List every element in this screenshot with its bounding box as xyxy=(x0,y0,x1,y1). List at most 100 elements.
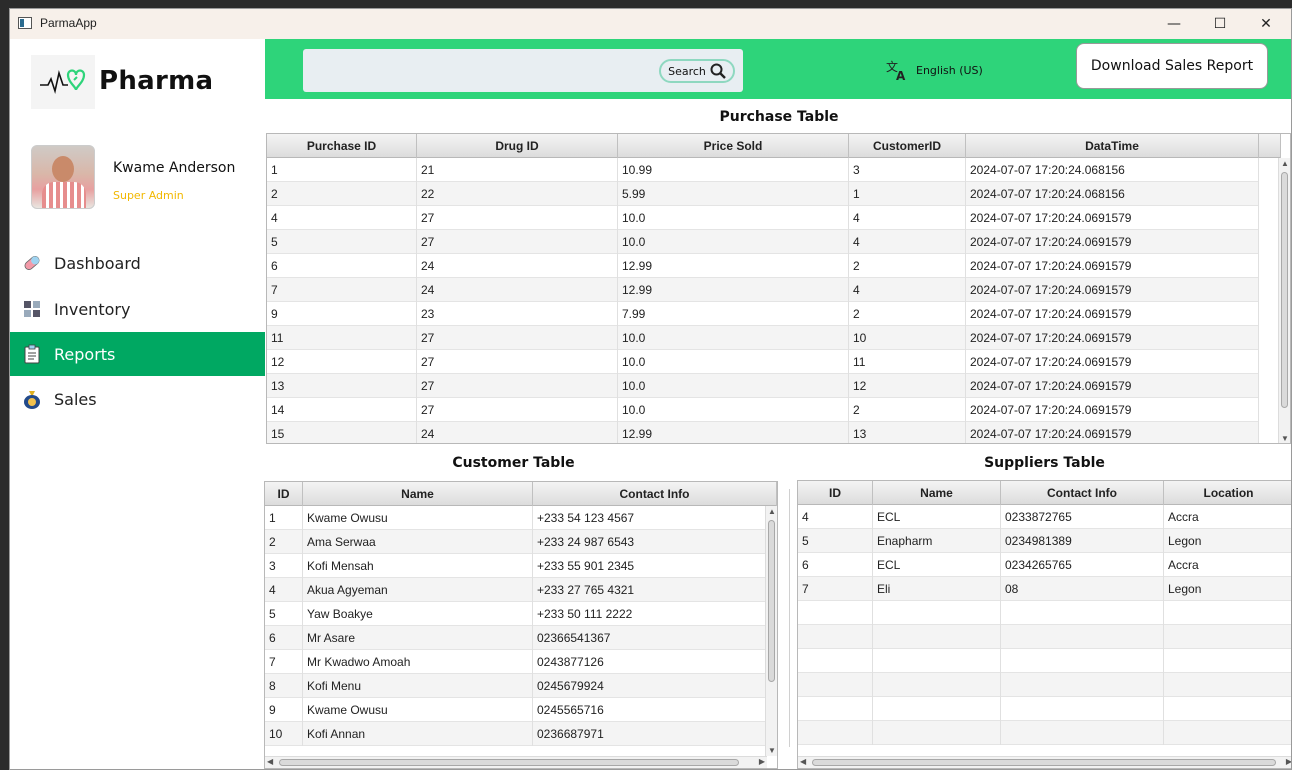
table-cell: 24 xyxy=(417,254,618,278)
sidebar-item-sales[interactable]: Sales xyxy=(10,377,265,421)
table-cell xyxy=(873,625,1001,649)
close-button[interactable]: ✕ xyxy=(1243,9,1289,39)
table-row[interactable]: 3 Kofi Mensah +233 55 901 2345 xyxy=(265,554,777,578)
customer-table[interactable]: ID Name Contact Info 1 Kwame Owusu +233 54 1… xyxy=(264,481,778,769)
table-header: ID Name Contact Info Location xyxy=(798,481,1291,505)
table-row[interactable]: 1 21 10.99 3 2024-07-07 17:20:24.068156 xyxy=(267,158,1259,182)
sidebar-item-inventory[interactable]: Inventory xyxy=(10,287,265,331)
translate-icon: 文A xyxy=(886,59,906,81)
table-cell: 12 xyxy=(849,374,966,398)
table-cell: Enapharm xyxy=(873,529,1001,553)
table-cell: +233 50 111 2222 xyxy=(533,602,777,626)
table-cell: 12.99 xyxy=(618,278,849,302)
column-header[interactable]: Contact Info xyxy=(1001,481,1164,505)
money-bag-icon xyxy=(22,389,42,409)
table-row[interactable]: 5 Yaw Boakye +233 50 111 2222 xyxy=(265,602,777,626)
table-cell: +233 55 901 2345 xyxy=(533,554,777,578)
title-bar: ParmaApp — ☐ ✕ xyxy=(10,9,1291,39)
sidebar-item-label: Sales xyxy=(54,389,97,409)
table-cell: 10.0 xyxy=(618,206,849,230)
customer-vertical-scrollbar[interactable]: ▲ ▼ xyxy=(765,506,777,756)
purchase-table[interactable]: Purchase ID Drug ID Price Sold CustomerID Da… xyxy=(266,133,1291,444)
table-row[interactable]: 2 Ama Serwaa +233 24 987 6543 xyxy=(265,530,777,554)
column-header[interactable]: ID xyxy=(265,482,303,506)
column-header[interactable]: Location xyxy=(1164,481,1291,505)
table-row[interactable]: 9 23 7.99 2 2024-07-07 17:20:24.0691579 xyxy=(267,302,1259,326)
column-header[interactable]: Contact Info xyxy=(533,482,777,506)
column-header[interactable]: Name xyxy=(873,481,1001,505)
table-cell: Yaw Boakye xyxy=(303,602,533,626)
column-header[interactable]: Drug ID xyxy=(417,134,618,158)
table-row[interactable]: 4 Akua Agyeman +233 27 765 4321 xyxy=(265,578,777,602)
table-cell: 13 xyxy=(849,422,966,443)
table-cell: 0233872765 xyxy=(1001,505,1164,529)
table-cell: 11 xyxy=(849,350,966,374)
customer-horizontal-scrollbar[interactable]: ◀ ▶ xyxy=(265,756,767,768)
sidebar-item-reports[interactable]: Reports xyxy=(10,332,265,376)
table-row[interactable]: 11 27 10.0 10 2024-07-07 17:20:24.0691579 xyxy=(267,326,1259,350)
table-row[interactable]: 6 ECL 0234265765 Accra xyxy=(798,553,1291,577)
table-cell xyxy=(798,625,873,649)
table-row[interactable]: 7 Eli 08 Legon xyxy=(798,577,1291,601)
table-cell xyxy=(1164,625,1291,649)
download-sales-report-button[interactable]: Download Sales Report xyxy=(1076,43,1268,89)
suppliers-table[interactable]: ID Name Contact Info Location 4 ECL 023387276… xyxy=(797,480,1291,769)
table-row[interactable]: 12 27 10.0 11 2024-07-07 17:20:24.0691579 xyxy=(267,350,1259,374)
maximize-button[interactable]: ☐ xyxy=(1197,9,1243,39)
table-row[interactable]: 10 Kofi Annan 0236687971 xyxy=(265,722,777,746)
table-cell: 4 xyxy=(849,230,966,254)
table-cell: 10.0 xyxy=(618,350,849,374)
column-header[interactable]: Purchase ID xyxy=(267,134,417,158)
empty-table-row xyxy=(798,697,1291,721)
minimize-button[interactable]: — xyxy=(1151,9,1197,39)
table-row[interactable]: 8 Kofi Menu 0245679924 xyxy=(265,674,777,698)
table-cell: 1 xyxy=(265,506,303,530)
table-row[interactable]: 4 27 10.0 4 2024-07-07 17:20:24.0691579 xyxy=(267,206,1259,230)
table-row[interactable]: 6 24 12.99 2 2024-07-07 17:20:24.0691579 xyxy=(267,254,1259,278)
table-row[interactable]: 4 ECL 0233872765 Accra xyxy=(798,505,1291,529)
column-header[interactable]: Price Sold xyxy=(618,134,849,158)
table-cell: 0243877126 xyxy=(533,650,777,674)
sidebar-item-dashboard[interactable]: Dashboard xyxy=(10,241,265,285)
table-cell: Kofi Annan xyxy=(303,722,533,746)
table-cell xyxy=(1001,649,1164,673)
purchase-vertical-scrollbar[interactable]: ▲ ▼ xyxy=(1278,158,1290,443)
table-cell xyxy=(1001,673,1164,697)
avatar xyxy=(31,145,95,209)
table-cell xyxy=(798,673,873,697)
table-row[interactable]: 5 Enapharm 0234981389 Legon xyxy=(798,529,1291,553)
column-header[interactable]: CustomerID xyxy=(849,134,966,158)
search-input[interactable]: Search xyxy=(303,49,743,92)
table-row[interactable]: 5 27 10.0 4 2024-07-07 17:20:24.0691579 xyxy=(267,230,1259,254)
column-header[interactable]: Name xyxy=(303,482,533,506)
column-header[interactable]: ID xyxy=(798,481,873,505)
table-row[interactable]: 2 22 5.99 1 2024-07-07 17:20:24.068156 xyxy=(267,182,1259,206)
table-cell xyxy=(1164,673,1291,697)
table-cell: 27 xyxy=(417,374,618,398)
search-button[interactable]: Search xyxy=(659,59,735,83)
table-cell: 10.0 xyxy=(618,398,849,422)
table-cell: ECL xyxy=(873,505,1001,529)
table-cell: 12.99 xyxy=(618,254,849,278)
column-header[interactable]: DataTime xyxy=(966,134,1259,158)
table-cell: 23 xyxy=(417,302,618,326)
clipboard-icon xyxy=(22,344,42,364)
table-cell: 7 xyxy=(265,650,303,674)
table-cell: Eli xyxy=(873,577,1001,601)
table-cell: Legon xyxy=(1164,577,1291,601)
table-row[interactable]: 7 Mr Kwadwo Amoah 0243877126 xyxy=(265,650,777,674)
table-row[interactable]: 7 24 12.99 4 2024-07-07 17:20:24.0691579 xyxy=(267,278,1259,302)
table-row[interactable]: 15 24 12.99 13 2024-07-07 17:20:24.0691579 xyxy=(267,422,1259,443)
brand-name: Pharma xyxy=(99,66,214,96)
suppliers-horizontal-scrollbar[interactable]: ◀ ▶ xyxy=(798,756,1291,768)
table-row[interactable]: 13 27 10.0 12 2024-07-07 17:20:24.0691579 xyxy=(267,374,1259,398)
table-row[interactable]: 14 27 10.0 2 2024-07-07 17:20:24.0691579 xyxy=(267,398,1259,422)
table-row[interactable]: 9 Kwame Owusu 0245565716 xyxy=(265,698,777,722)
language-selector[interactable]: 文A English (US) xyxy=(886,59,983,81)
table-cell: 2024-07-07 17:20:24.068156 xyxy=(966,158,1259,182)
table-cell: Kwame Owusu xyxy=(303,506,533,530)
table-row[interactable]: 1 Kwame Owusu +233 54 123 4567 xyxy=(265,506,777,530)
table-row[interactable]: 6 Mr Asare 02366541367 xyxy=(265,626,777,650)
table-cell: Ama Serwaa xyxy=(303,530,533,554)
table-cell xyxy=(1001,625,1164,649)
